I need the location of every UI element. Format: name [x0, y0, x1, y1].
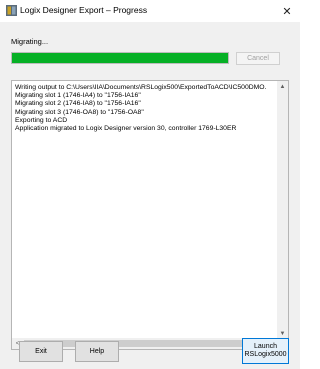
- cancel-button[interactable]: Cancel: [236, 52, 280, 65]
- log-line: Exporting to ACD: [15, 116, 68, 124]
- log-line: Migrating slot 3 (1746-OA8) to "1756-OA8…: [15, 108, 144, 116]
- exit-button[interactable]: Exit: [19, 341, 63, 362]
- progress-fill: [12, 53, 228, 63]
- help-button[interactable]: Help: [75, 341, 119, 362]
- log-lines: Writing output to C:\Users\IIA\Documents…: [15, 84, 274, 133]
- export-progress-window: Logix Designer Export – Progress ✕ Migra…: [0, 0, 300, 369]
- log-line: Migrating slot 2 (1746-IA8) to "1756-IA1…: [15, 100, 141, 108]
- launch-label-line1: Launch: [254, 343, 277, 350]
- progress-bar: [11, 52, 229, 64]
- vertical-scrollbar[interactable]: ▲ ▼: [277, 81, 288, 339]
- close-icon: ✕: [282, 5, 292, 18]
- scroll-up-icon[interactable]: ▲: [277, 81, 288, 92]
- title-bar: Logix Designer Export – Progress ✕: [0, 0, 300, 22]
- launch-label-line2: RSLogix5000: [244, 351, 287, 358]
- status-text: Migrating...: [11, 37, 49, 46]
- window-title: Logix Designer Export – Progress: [20, 5, 148, 15]
- launch-rslogix5000-button[interactable]: Launch RSLogix5000: [242, 338, 289, 364]
- log-line: Application migrated to Logix Designer v…: [15, 125, 237, 133]
- log-output[interactable]: Writing output to C:\Users\IIA\Documents…: [11, 80, 289, 350]
- log-line: Migrating slot 1 (1746-IA4) to "1756-IA1…: [15, 92, 141, 100]
- log-line: Writing output to C:\Users\IIA\Documents…: [15, 84, 267, 91]
- logix-designer-icon: [6, 5, 17, 16]
- close-button[interactable]: ✕: [274, 0, 300, 22]
